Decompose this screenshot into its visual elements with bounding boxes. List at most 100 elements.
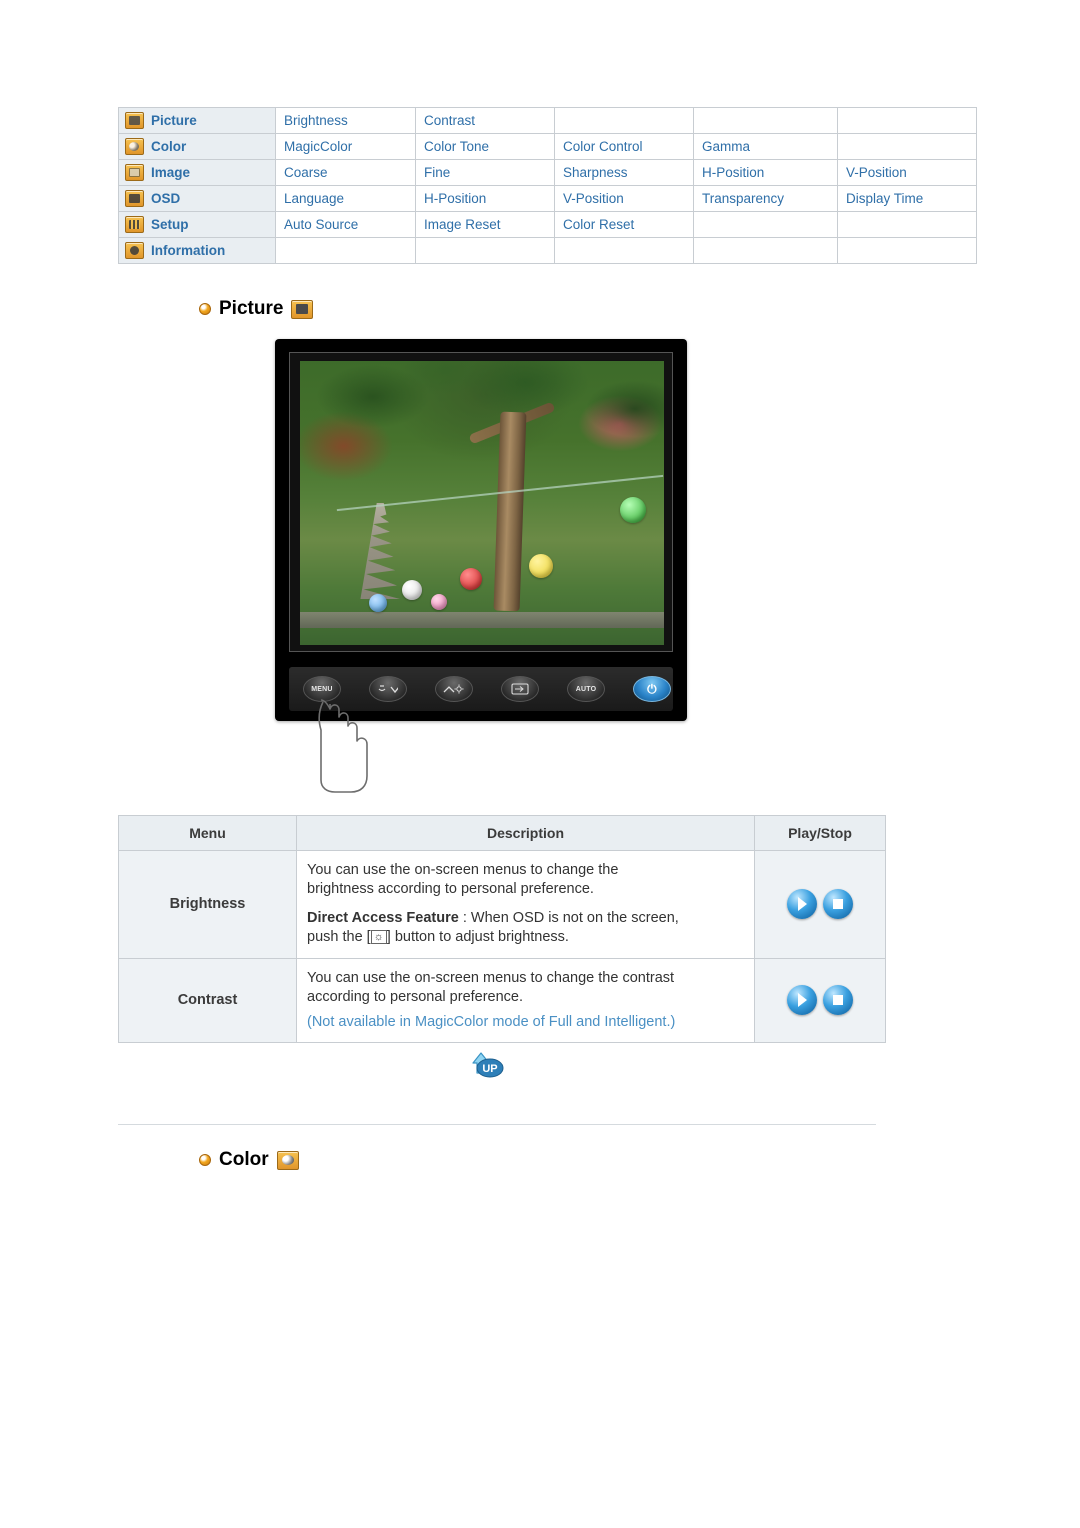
menu-cell-empty <box>837 211 977 238</box>
menu-item-h-position[interactable]: H-Position <box>693 159 838 186</box>
menu-cell-empty <box>837 133 977 160</box>
enter-icon <box>511 683 529 695</box>
menu-item-color-control[interactable]: Color Control <box>554 133 694 160</box>
information-icon <box>125 242 144 259</box>
osd-menu-matrix: Picture Brightness Contrast Color MagicC… <box>118 107 977 264</box>
menu-item-magiccolor[interactable]: MagicColor <box>275 133 416 160</box>
desc-line: according to personal preference. <box>307 988 524 1005</box>
direct-access-line: Direct Access Feature : When OSD is not … <box>307 909 746 928</box>
photo-wall <box>300 611 664 628</box>
menu-item-brightness[interactable]: Brightness <box>275 107 416 134</box>
column-header-description: Description <box>296 815 755 851</box>
menu-category-label: Color <box>151 139 187 154</box>
table-row: Brightness You can use the on-screen men… <box>118 850 886 959</box>
down-arrow-icon <box>378 685 398 694</box>
up-button-label: UP <box>482 1063 497 1075</box>
column-header-playstop: Play/Stop <box>754 815 886 851</box>
desc-line: brightness according to personal prefere… <box>307 881 594 898</box>
monitor-illustration: MENU AUTO ⏻ <box>275 339 687 793</box>
osd-icon <box>125 190 144 207</box>
direct-access-label: Direct Access Feature <box>307 910 459 927</box>
table-row: Color MagicColor Color Tone Color Contro… <box>118 133 977 160</box>
picture-icon <box>125 112 144 129</box>
menu-category-label: OSD <box>151 191 181 206</box>
table-row: Setup Auto Source Image Reset Color Rese… <box>118 211 977 238</box>
stop-icon[interactable] <box>823 889 853 920</box>
section-heading-picture: Picture <box>199 298 314 320</box>
menu-item-language[interactable]: Language <box>275 185 416 212</box>
color-icon <box>276 1150 299 1170</box>
auto-button-label: AUTO <box>575 685 597 693</box>
row-label-brightness: Brightness <box>118 850 297 959</box>
picture-icon <box>291 299 314 319</box>
photo-canopy <box>300 361 664 481</box>
menu-item-transparency[interactable]: Transparency <box>693 185 838 212</box>
table-row: OSD Language H-Position V-Position Trans… <box>118 185 977 212</box>
desc-note: (Not available in MagicColor mode of Ful… <box>307 1013 676 1030</box>
menu-category-image[interactable]: Image <box>118 159 276 186</box>
photo-lantern-blue <box>369 593 388 612</box>
monitor-screen <box>289 352 673 652</box>
menu-category-label: Picture <box>151 113 197 128</box>
page-title: Picture <box>219 298 284 319</box>
menu-category-color[interactable]: Color <box>118 133 276 160</box>
up-arrow-icon: UP <box>472 1052 504 1078</box>
power-button[interactable]: ⏻ <box>633 676 671 702</box>
play-icon[interactable] <box>787 985 817 1016</box>
table-row: Image Coarse Fine Sharpness H-Position V… <box>118 159 977 186</box>
setup-icon <box>125 216 144 233</box>
menu-category-label: Setup <box>151 217 189 232</box>
brightness-icon <box>443 684 464 693</box>
menu-category-osd[interactable]: OSD <box>118 185 276 212</box>
menu-item-color-tone[interactable]: Color Tone <box>415 133 555 160</box>
column-header-menu: Menu <box>118 815 297 851</box>
menu-cell-empty <box>693 107 838 134</box>
row-description-contrast: You can use the on-screen menus to chang… <box>296 957 755 1043</box>
menu-item-display-time[interactable]: Display Time <box>837 185 977 212</box>
menu-item-image-reset[interactable]: Image Reset <box>415 211 555 238</box>
menu-cell-empty <box>837 107 977 134</box>
menu-cell-empty <box>693 237 838 264</box>
menu-item-color-reset[interactable]: Color Reset <box>554 211 694 238</box>
photo-lantern-white <box>401 579 422 600</box>
power-icon: ⏻ <box>647 681 657 696</box>
bullet-icon <box>199 303 211 315</box>
playstop-cell-contrast <box>754 957 886 1043</box>
playstop-cell-brightness <box>754 850 886 959</box>
menu-item-coarse[interactable]: Coarse <box>275 159 416 186</box>
enter-button[interactable] <box>501 676 539 702</box>
menu-item-contrast[interactable]: Contrast <box>415 107 555 134</box>
desc-line: You can use the on-screen menus to chang… <box>307 862 619 878</box>
menu-item-v-position[interactable]: V-Position <box>554 185 694 212</box>
bullet-icon <box>199 1154 211 1166</box>
menu-category-picture[interactable]: Picture <box>118 107 276 134</box>
menu-cell-empty <box>554 237 694 264</box>
menu-cell-empty <box>693 211 838 238</box>
menu-item-v-position[interactable]: V-Position <box>837 159 977 186</box>
color-icon <box>125 138 144 155</box>
play-icon[interactable] <box>787 889 817 920</box>
brightness-glyph-icon: ☼ <box>370 930 387 945</box>
table-row: Information <box>118 237 977 264</box>
table-row: Contrast You can use the on-screen menus… <box>118 957 886 1043</box>
auto-button[interactable]: AUTO <box>567 676 605 702</box>
hand-pointer-illustration <box>318 699 368 793</box>
menu-item-sharpness[interactable]: Sharpness <box>554 159 694 186</box>
menu-category-information[interactable]: Information <box>118 237 276 264</box>
up-brightness-button[interactable] <box>435 676 473 702</box>
row-label-contrast: Contrast <box>118 957 297 1043</box>
direct-access-text: : When OSD is not on the screen, <box>458 910 679 927</box>
menu-item-auto-source[interactable]: Auto Source <box>275 211 416 238</box>
direct-access-text-3: ] button to adjust brightness. <box>386 929 569 946</box>
up-button[interactable]: UP <box>459 1049 507 1079</box>
menu-category-setup[interactable]: Setup <box>118 211 276 238</box>
menu-item-h-position[interactable]: H-Position <box>415 185 555 212</box>
row-description-brightness: You can use the on-screen menus to chang… <box>296 850 755 959</box>
section-heading-color: Color <box>199 1149 299 1171</box>
menu-category-label: Image <box>151 165 191 180</box>
menu-cell-empty <box>415 237 555 264</box>
menu-item-gamma[interactable]: Gamma <box>693 133 838 160</box>
direct-access-text-2: push the [ <box>307 929 371 946</box>
menu-item-fine[interactable]: Fine <box>415 159 555 186</box>
stop-icon[interactable] <box>823 985 853 1016</box>
